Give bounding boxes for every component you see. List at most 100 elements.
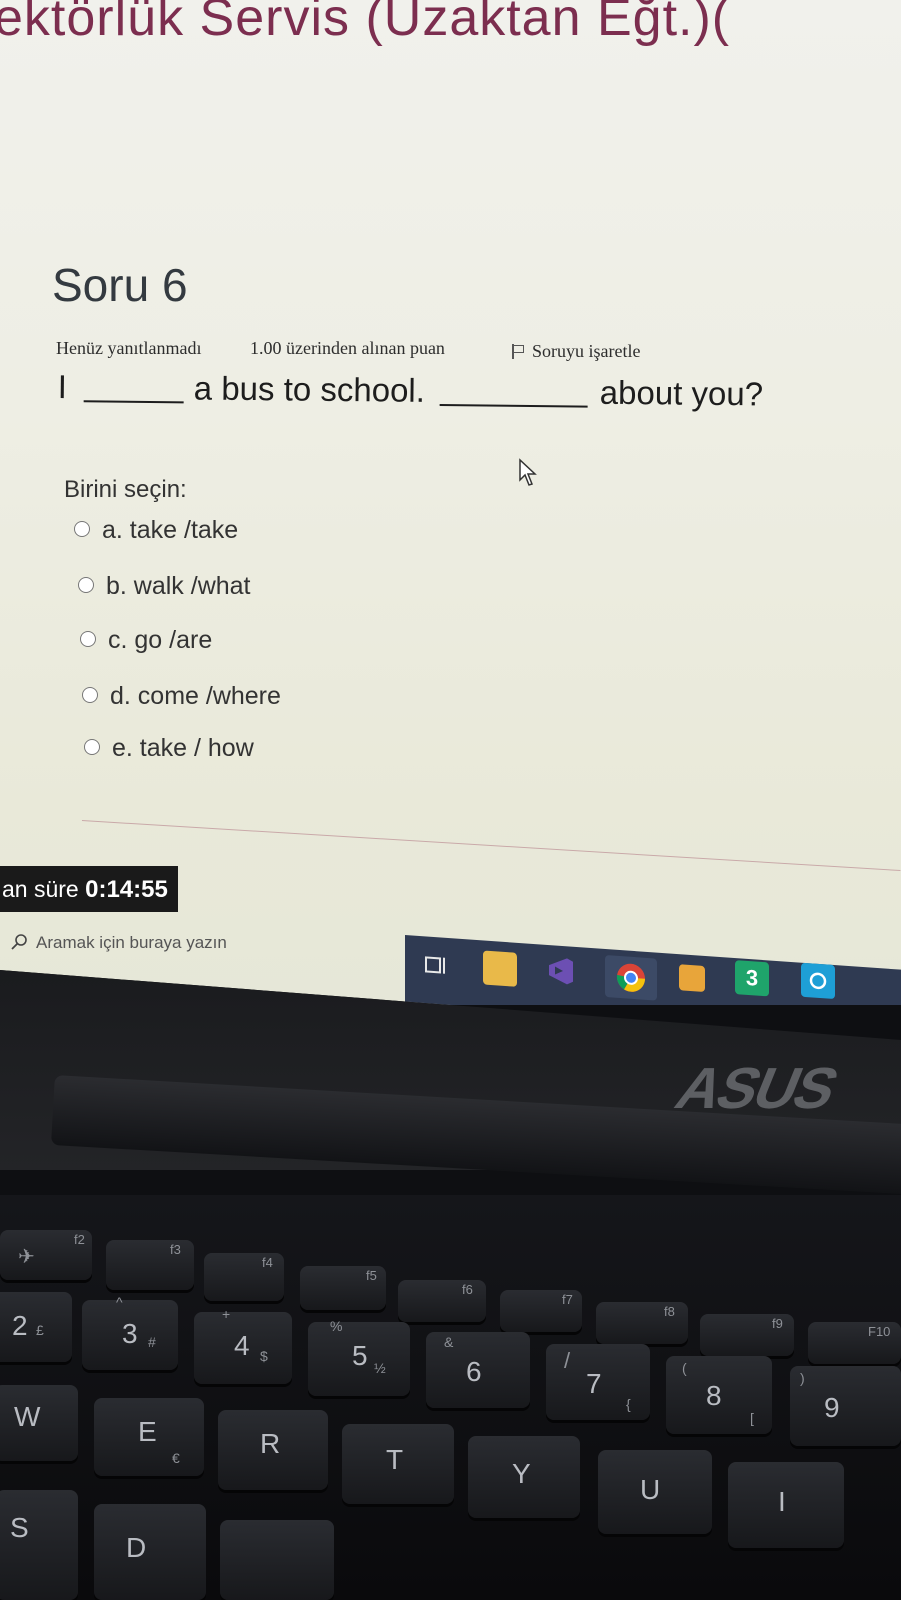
answer-blank-1 [83, 400, 184, 404]
key-s-label: S [10, 1512, 29, 1543]
key-7-main: 7 [586, 1368, 602, 1399]
search-icon [11, 934, 27, 950]
question-part-3: about you? [599, 373, 764, 413]
key-3-main: 3 [122, 1318, 138, 1349]
key-y[interactable]: Y [468, 1436, 580, 1518]
key-4-shift: $ [260, 1348, 268, 1364]
key-9-shift: ) [800, 1370, 805, 1386]
flag-question-label: Soruyu işaretle [532, 341, 641, 361]
key-f4-label: f4 [262, 1255, 273, 1270]
key-5-main: 5 [352, 1340, 368, 1371]
radio-icon[interactable] [80, 631, 96, 647]
key-s[interactable]: S [0, 1490, 78, 1600]
key-f7[interactable]: f7 [500, 1290, 582, 1332]
flag-question-link[interactable]: Soruyu işaretle [510, 341, 640, 362]
radio-icon[interactable] [74, 521, 90, 537]
option-e[interactable]: e. take / how [84, 734, 254, 763]
key-u[interactable]: U [598, 1450, 712, 1534]
option-d[interactable]: d. come /where [82, 682, 281, 711]
answer-blank-2 [439, 404, 588, 408]
mouse-cursor-icon [519, 458, 537, 486]
flag-icon [510, 343, 524, 359]
option-c[interactable]: c. go /are [80, 626, 212, 655]
search-placeholder: Aramak için buraya yazın [36, 933, 227, 952]
key-f[interactable] [220, 1520, 334, 1600]
screen: ektörlük Servis (Uzaktan Eğt.)( Soru 6 H… [0, 0, 901, 1005]
key-5[interactable]: % 5 ½ [308, 1318, 410, 1396]
key-8[interactable]: ( 8 [ [666, 1356, 772, 1434]
key-r-label: R [260, 1428, 281, 1459]
key-f9-label: f9 [772, 1316, 783, 1331]
option-b[interactable]: b. walk /what [78, 572, 251, 601]
key-e[interactable]: E € [94, 1398, 204, 1476]
key-6[interactable]: & 6 [426, 1332, 530, 1408]
key-3-symbol: ^ [116, 1294, 123, 1310]
radio-icon[interactable] [82, 687, 98, 703]
task-view-icon[interactable] [419, 948, 453, 984]
key-8-altgr: [ [750, 1410, 754, 1426]
radio-icon[interactable] [84, 739, 100, 755]
option-b-label: b. walk /what [106, 572, 251, 600]
key-u-label: U [640, 1474, 661, 1505]
key-i-label: I [778, 1486, 786, 1517]
badge-3-icon[interactable]: 3 [735, 960, 769, 997]
answer-status: Henüz yanıtlanmadı [56, 338, 202, 358]
points-text: 1.00 üzerinden alınan puan [250, 338, 445, 358]
key-4-main: 4 [234, 1330, 250, 1361]
key-d[interactable]: D [94, 1504, 206, 1600]
key-7-shift: / [564, 1348, 571, 1373]
visual-studio-icon[interactable] [543, 953, 577, 989]
taskbar: 3 [405, 935, 901, 1005]
key-f8[interactable]: f8 [596, 1302, 688, 1344]
key-3[interactable]: ^ 3 # [82, 1294, 178, 1370]
key-3-shift: # [148, 1334, 156, 1350]
option-e-label: e. take / how [112, 734, 254, 762]
key-w[interactable]: W [0, 1385, 78, 1461]
key-f9[interactable]: f9 [700, 1314, 794, 1356]
key-f2-label: f2 [74, 1232, 85, 1247]
key-r[interactable]: R [218, 1410, 328, 1490]
key-7[interactable]: / 7 { [546, 1344, 650, 1420]
app-icon[interactable] [679, 964, 705, 992]
key-t-label: T [386, 1444, 404, 1475]
key-t[interactable]: T [342, 1424, 454, 1504]
choose-one-label: Birini seçin: [64, 476, 187, 503]
key-f6[interactable]: f6 [398, 1280, 486, 1322]
key-2-shift: £ [36, 1322, 44, 1338]
key-8-main: 8 [706, 1380, 722, 1411]
divider [81, 820, 901, 872]
taskbar-search[interactable]: Aramak için buraya yazın [0, 915, 420, 975]
option-d-label: d. come /where [110, 682, 281, 710]
key-y-label: Y [512, 1458, 531, 1489]
chrome-button[interactable] [605, 954, 657, 1001]
key-d-label: D [126, 1532, 147, 1563]
key-f3-label: f3 [170, 1242, 181, 1257]
key-f2[interactable]: ✈ f2 [0, 1230, 92, 1280]
course-title: ektörlük Servis (Uzaktan Eğt.)( [0, 0, 731, 47]
key-e-altgr: € [172, 1450, 180, 1466]
key-5-shift: ½ [374, 1360, 386, 1376]
key-f10-label: F10 [868, 1324, 891, 1339]
key-w-label: W [14, 1401, 41, 1432]
option-a-label: a. take /take [102, 516, 239, 544]
key-9-main: 9 [824, 1392, 840, 1423]
key-5-symbol: % [330, 1318, 343, 1334]
key-f3[interactable]: f3 [106, 1240, 194, 1290]
key-f5[interactable]: f5 [300, 1266, 386, 1310]
key-f8-label: f8 [664, 1304, 675, 1319]
radio-icon[interactable] [78, 577, 94, 593]
option-a[interactable]: a. take /take [74, 516, 238, 545]
key-4[interactable]: + 4 $ [194, 1306, 292, 1384]
key-2[interactable]: 2 £ [0, 1292, 72, 1362]
timer-value: 0:14:55 [85, 876, 168, 903]
file-explorer-icon[interactable] [483, 950, 517, 987]
key-f4[interactable]: f4 [204, 1253, 284, 1301]
camera-icon[interactable] [801, 962, 835, 1000]
key-9[interactable]: ) 9 [790, 1366, 901, 1446]
key-2-main: 2 [12, 1310, 28, 1341]
key-f10[interactable]: F10 [808, 1322, 901, 1364]
question-text: I a bus to school. about you? [55, 368, 876, 437]
key-f6-label: f6 [462, 1282, 473, 1297]
key-i[interactable]: I [728, 1462, 844, 1548]
chrome-icon [616, 963, 645, 992]
